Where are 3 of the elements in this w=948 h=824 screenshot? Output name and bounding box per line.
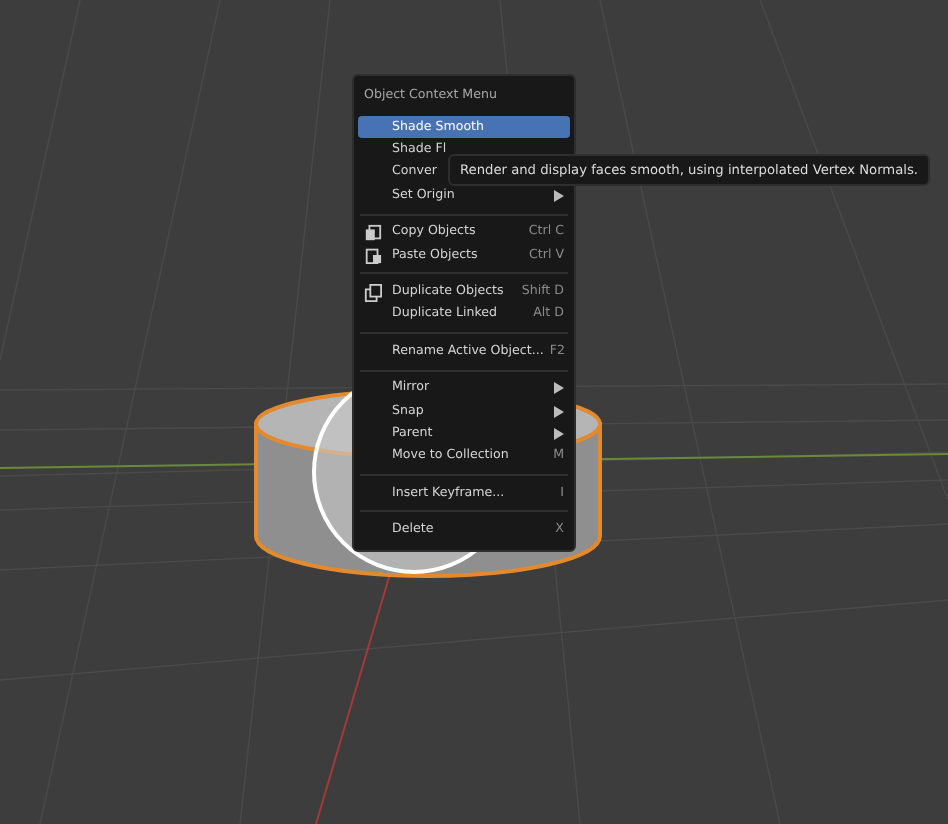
clipboard-icon [364,246,382,265]
copy-icon [364,223,382,242]
duplicate-icon [364,283,382,302]
